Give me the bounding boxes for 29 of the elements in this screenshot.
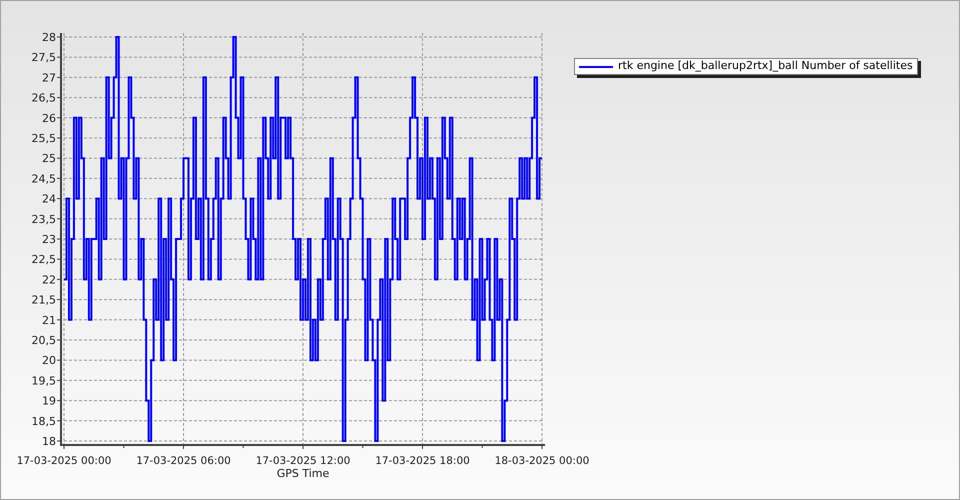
y-tick-label: 23,5 bbox=[32, 212, 56, 226]
y-tick-label: 24,5 bbox=[32, 172, 56, 186]
x-tick-label: 17-03-2025 18:00 bbox=[375, 455, 470, 467]
y-tick-label: 20 bbox=[42, 354, 56, 368]
y-tick-label: 19,5 bbox=[32, 374, 56, 388]
y-tick-label: 27 bbox=[42, 71, 56, 84]
y-tick-label: 19 bbox=[42, 394, 56, 408]
x-tick-label: 18-03-2025 00:00 bbox=[494, 455, 590, 467]
y-tick-label: 22,5 bbox=[32, 253, 56, 266]
y-tick-label: 18,5 bbox=[32, 414, 56, 428]
x-tick-label: 17-03-2025 12:00 bbox=[256, 455, 350, 467]
y-tick-label: 21,5 bbox=[32, 294, 56, 307]
y-tick-label: 20,5 bbox=[32, 334, 56, 347]
x-tick-label: 17-03-2025 06:00 bbox=[136, 455, 231, 467]
y-tick-label: 23 bbox=[42, 233, 56, 246]
legend-line-icon bbox=[579, 66, 613, 68]
y-tick-label: 26,5 bbox=[32, 92, 56, 105]
y-tick-label: 25,5 bbox=[32, 132, 56, 145]
y-tick-label: 28 bbox=[42, 31, 56, 44]
y-tick-label: 27,5 bbox=[32, 51, 56, 64]
y-tick-label: 21 bbox=[42, 314, 56, 327]
x-tick-label: 17-03-2025 00:00 bbox=[16, 455, 112, 467]
y-tick-label: 24 bbox=[42, 192, 56, 206]
y-tick-label: 25 bbox=[42, 152, 56, 166]
x-axis-title: GPS Time bbox=[276, 467, 330, 480]
y-tick-label: 18 bbox=[42, 435, 56, 448]
y-tick-label: 26 bbox=[42, 112, 56, 125]
y-tick-label: 22 bbox=[42, 273, 56, 286]
legend-label: rtk engine [dk_ballerup2rtx]_ball Number of satellites bbox=[618, 58, 913, 74]
